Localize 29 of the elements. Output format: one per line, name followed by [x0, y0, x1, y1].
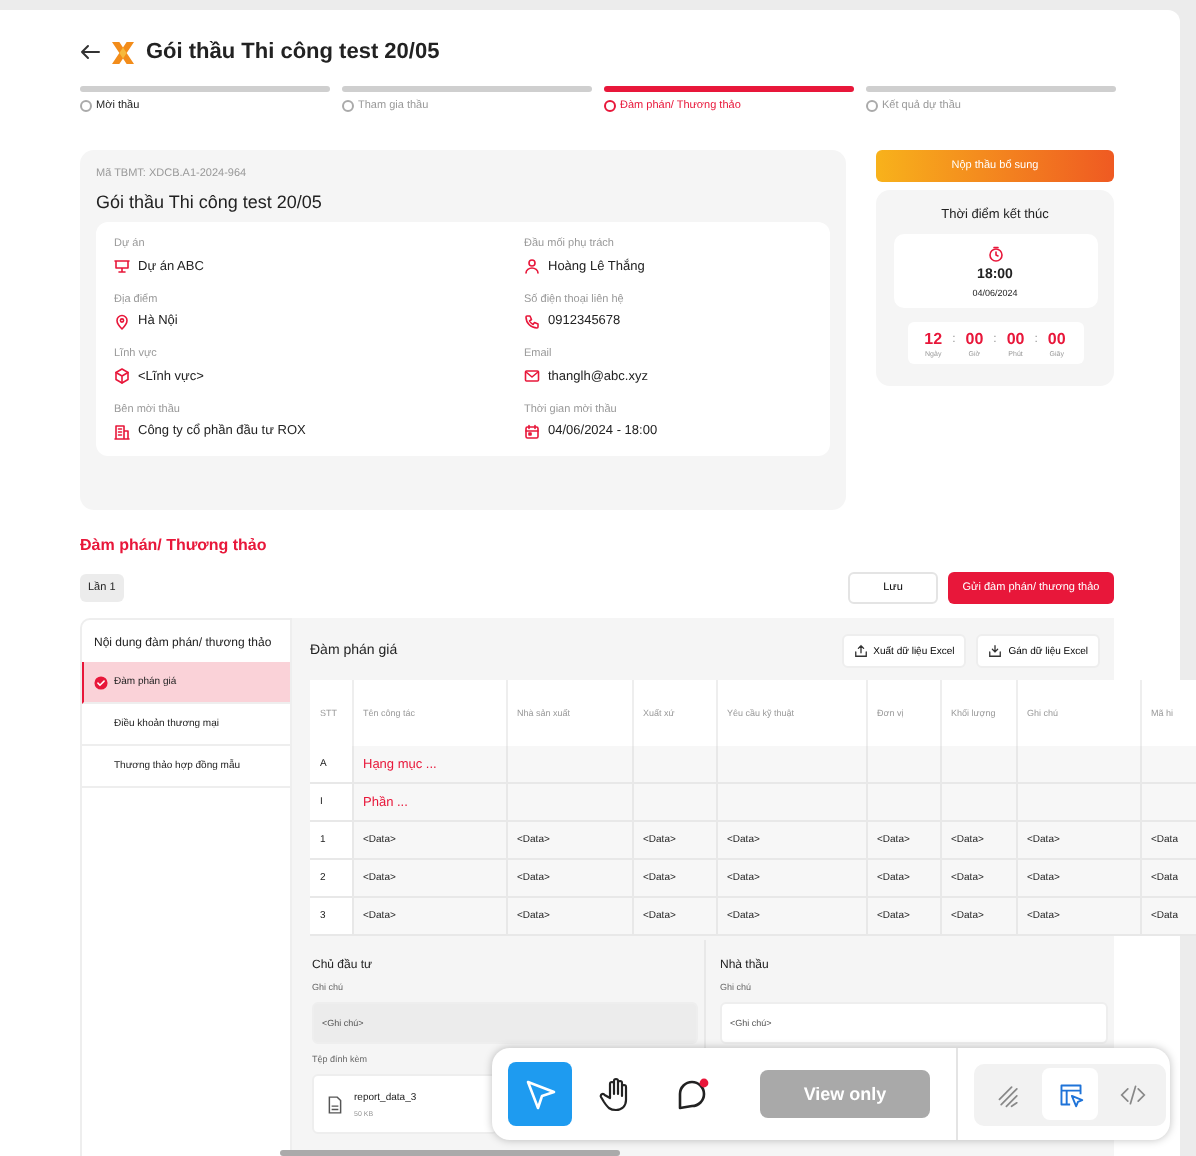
calendar-icon: [524, 423, 540, 439]
file-icon: [326, 1095, 344, 1113]
check-circle-icon: [94, 675, 108, 689]
countdown-value: 00: [965, 329, 984, 347]
page-title: Gói thầu Thi công test 20/05: [146, 40, 440, 64]
clock-icon: [987, 245, 1003, 261]
mail-icon: [524, 368, 540, 384]
tender-title: Gói thầu Thi công test 20/05: [96, 192, 324, 212]
logo-icon: [112, 41, 134, 63]
comment-bubble-icon: [674, 1076, 710, 1112]
section-title: Đàm phán/ Thương thảo: [80, 536, 269, 554]
person-icon: [524, 258, 540, 274]
layout-cursor-icon: [1057, 1081, 1083, 1107]
countdown-value: 00: [1047, 329, 1066, 347]
cursor-arrow-icon: [522, 1076, 558, 1112]
scrollbar[interactable]: [280, 1150, 620, 1156]
code-icon: [1119, 1081, 1145, 1107]
phone-icon: [524, 313, 540, 329]
building-icon: [114, 423, 130, 439]
cube-icon: [114, 368, 130, 384]
back-arrow-icon[interactable]: [80, 44, 100, 60]
countdown-value: 12: [924, 329, 943, 347]
tray-icon: [988, 644, 1003, 658]
countdown-value: 00: [1006, 329, 1025, 347]
upload-icon: [853, 644, 868, 658]
view-mode-button[interactable]: [1042, 1068, 1098, 1120]
presentation-board-icon: [114, 258, 130, 274]
squiggle-icon: [995, 1081, 1021, 1107]
location-pin-icon: [114, 313, 130, 329]
